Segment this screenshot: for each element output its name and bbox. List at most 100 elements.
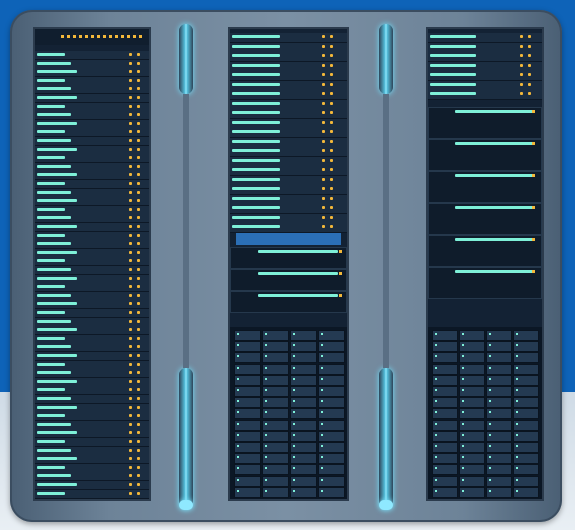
status-led-icon bbox=[435, 377, 437, 380]
status-led-icon bbox=[67, 35, 70, 38]
status-led-icon bbox=[129, 371, 132, 375]
status-led-icon bbox=[321, 478, 323, 481]
drive-bay-icon bbox=[513, 475, 539, 487]
status-led-icon bbox=[516, 489, 518, 492]
status-led-icon bbox=[129, 190, 132, 194]
drive-bay-icon bbox=[318, 374, 345, 386]
accent-bar bbox=[37, 491, 65, 495]
status-led-icon bbox=[129, 139, 132, 142]
drive-bay-icon bbox=[318, 330, 345, 341]
status-led-icon bbox=[137, 70, 140, 74]
status-led-icon bbox=[237, 478, 239, 481]
drive-bay-icon bbox=[459, 453, 485, 465]
accent-bar bbox=[37, 431, 77, 435]
accent-bar bbox=[454, 206, 533, 209]
drive-bay-icon bbox=[486, 442, 512, 453]
drive-bay-icon bbox=[432, 374, 458, 386]
status-led-icon bbox=[137, 440, 140, 443]
status-led-icon bbox=[330, 92, 333, 95]
drive-bay-icon bbox=[513, 330, 539, 341]
status-led-icon bbox=[237, 411, 239, 414]
status-led-icon bbox=[129, 225, 132, 228]
status-led-icon bbox=[330, 158, 333, 162]
accent-bar bbox=[232, 35, 280, 38]
status-led-icon bbox=[516, 355, 518, 358]
drive-bay-icon bbox=[318, 486, 345, 498]
status-led-icon bbox=[516, 411, 518, 414]
status-led-icon bbox=[133, 35, 136, 38]
status-led-icon bbox=[532, 142, 535, 145]
status-led-icon bbox=[237, 389, 239, 391]
status-led-icon bbox=[293, 422, 295, 425]
drive-bay-icon bbox=[459, 464, 485, 476]
drive-bay-icon bbox=[459, 475, 485, 487]
status-led-icon bbox=[293, 333, 295, 335]
accent-bar bbox=[232, 158, 280, 162]
status-led-icon bbox=[330, 54, 333, 57]
status-led-icon bbox=[330, 101, 333, 105]
accent-bar bbox=[454, 174, 533, 177]
status-led-icon bbox=[435, 344, 437, 347]
drive-bay-icon bbox=[318, 341, 345, 353]
status-led-icon bbox=[322, 206, 325, 209]
drive-bay-icon bbox=[513, 430, 539, 442]
accent-bar bbox=[37, 130, 65, 134]
status-led-icon bbox=[321, 445, 323, 447]
status-led-icon bbox=[520, 54, 523, 57]
status-led-icon bbox=[129, 53, 132, 56]
status-led-icon bbox=[516, 467, 518, 470]
accent-bar bbox=[37, 78, 65, 82]
status-led-icon bbox=[129, 70, 132, 74]
status-led-icon bbox=[137, 96, 140, 99]
status-led-icon bbox=[237, 467, 239, 470]
status-led-icon bbox=[137, 345, 140, 349]
status-led-icon bbox=[129, 379, 132, 383]
status-led-icon bbox=[265, 344, 267, 347]
drive-bay-icon bbox=[290, 475, 317, 487]
drive-bay-icon bbox=[290, 442, 317, 453]
accent-bar bbox=[232, 149, 280, 152]
status-led-icon bbox=[129, 440, 132, 443]
status-led-icon bbox=[129, 285, 132, 289]
status-led-icon bbox=[516, 456, 518, 459]
drive-bay-icon bbox=[262, 486, 289, 498]
drive-bay-icon bbox=[290, 408, 317, 420]
accent-bar bbox=[37, 207, 65, 211]
status-led-icon bbox=[489, 333, 491, 335]
status-led-icon bbox=[293, 377, 295, 380]
status-led-icon bbox=[137, 397, 140, 400]
accent-bar bbox=[37, 216, 71, 220]
accent-bar bbox=[37, 104, 65, 108]
light-strip-right-upper bbox=[379, 24, 393, 94]
drive-bay-icon bbox=[318, 464, 345, 476]
status-led-icon bbox=[137, 491, 140, 495]
status-led-icon bbox=[137, 87, 140, 91]
server-unit bbox=[428, 33, 542, 43]
server-unit bbox=[35, 489, 149, 499]
status-led-icon bbox=[137, 431, 140, 435]
drive-bay-icon bbox=[262, 430, 289, 442]
status-led-icon bbox=[322, 225, 325, 228]
status-led-icon bbox=[129, 182, 132, 185]
status-led-icon bbox=[137, 199, 140, 203]
accent-bar bbox=[430, 54, 476, 57]
status-led-icon bbox=[129, 61, 132, 65]
drive-bay-icon bbox=[318, 363, 345, 375]
status-led-icon bbox=[137, 422, 140, 426]
drive-bay-icon bbox=[262, 352, 289, 364]
drive-bay-icon bbox=[262, 341, 289, 353]
accent-bar bbox=[232, 206, 280, 209]
status-led-icon bbox=[321, 333, 323, 335]
status-led-icon bbox=[330, 187, 333, 190]
status-led-icon bbox=[462, 400, 464, 403]
status-led-icon bbox=[137, 207, 140, 211]
status-led-icon bbox=[322, 35, 325, 38]
accent-bar bbox=[232, 63, 280, 67]
status-led-icon bbox=[520, 82, 523, 86]
drive-bay-icon bbox=[513, 341, 539, 353]
server-unit bbox=[230, 175, 347, 186]
status-led-icon bbox=[265, 411, 267, 414]
status-led-icon bbox=[528, 73, 531, 76]
drive-bay-icon bbox=[262, 442, 289, 453]
status-led-icon bbox=[129, 104, 132, 108]
